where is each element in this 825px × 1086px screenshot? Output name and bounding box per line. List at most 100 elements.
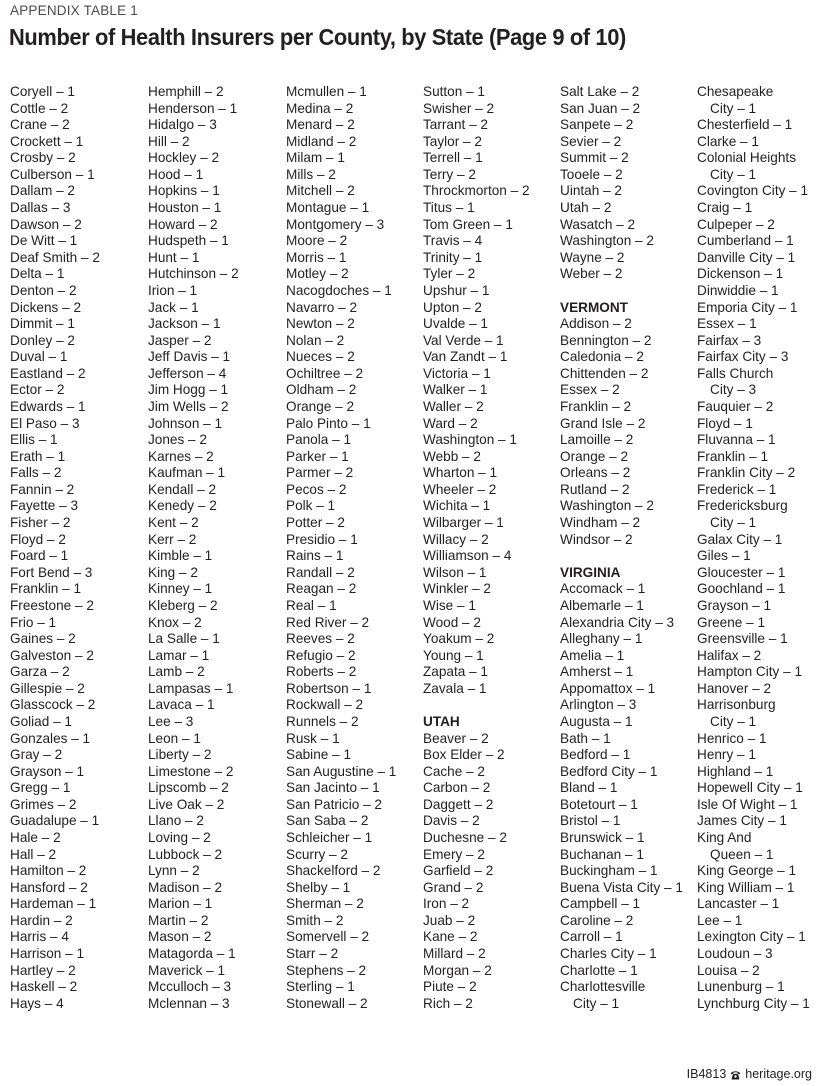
county-entry: Val Verde – 1 [423, 332, 504, 348]
county-entry: Buena Vista City – 1 [560, 879, 683, 895]
county-entry: Fort Bend – 3 [10, 564, 93, 580]
county-entry: Randall – 2 [286, 564, 355, 580]
county-entry: Live Oak – 2 [148, 796, 225, 812]
site-link[interactable]: heritage.org [745, 1067, 812, 1081]
county-entry: Denton – 2 [10, 282, 77, 298]
county-entry: Kaufman – 1 [148, 465, 226, 481]
county-entry: Dawson – 2 [10, 216, 82, 232]
county-entry: Wilson – 1 [423, 564, 487, 580]
county-entry: Chittenden – 2 [560, 365, 649, 381]
county-entry: Lamb – 2 [148, 664, 205, 680]
county-entry: Halifax – 2 [697, 647, 762, 663]
county-entry: Floyd – 2 [10, 531, 66, 547]
county-entry: Pecos – 2 [286, 481, 347, 497]
county-entry: Stephens – 2 [286, 962, 367, 978]
county-entry: Irion – 1 [148, 282, 198, 298]
county-entry: Hudspeth – 1 [148, 233, 229, 249]
county-entry: Hockley – 2 [148, 150, 220, 166]
county-entry: Brunswick – 1 [560, 830, 645, 846]
county-entry: Terrell – 1 [423, 150, 483, 166]
county-entry: Hardeman – 1 [10, 896, 97, 912]
county-entry: Webb – 2 [423, 448, 481, 464]
county-entry: Upton – 2 [423, 299, 482, 315]
county-entry: Fredericksburg [697, 498, 788, 514]
county-entry: Buckingham – 1 [560, 863, 658, 879]
county-entry: El Paso – 3 [10, 415, 80, 431]
county-entry: Orange – 2 [560, 448, 629, 464]
county-entry: Emporia City – 1 [697, 299, 798, 315]
county-entry: Moore – 2 [286, 233, 348, 249]
county-entry: Fisher – 2 [10, 515, 71, 531]
county-entry: Gonzales – 1 [10, 730, 91, 746]
county-entry: Bedford City – 1 [560, 763, 658, 779]
county-entry: Millard – 2 [423, 946, 486, 962]
county-entry: Piute – 2 [423, 979, 477, 995]
phone-icon [730, 1069, 741, 1080]
county-entry: San Augustine – 1 [286, 763, 397, 779]
county-entry: Jeff Davis – 1 [148, 349, 231, 365]
county-entry: Van Zandt – 1 [423, 349, 508, 365]
county-entry: Knox – 2 [148, 614, 202, 630]
county-entry: Appomattox – 1 [560, 680, 656, 696]
county-entry-continuation: City – 1 [710, 166, 757, 182]
county-entry-continuation: City – 1 [710, 515, 757, 531]
county-entry: Sutton – 1 [423, 84, 485, 99]
county-entry: Cache – 2 [423, 763, 485, 779]
county-entry: Dickens – 2 [10, 299, 82, 315]
report-id: IB4813 [686, 1067, 727, 1081]
county-entry: Galax City – 1 [697, 531, 783, 547]
county-entry: Scurry – 2 [286, 846, 348, 862]
county-entry: Morgan – 2 [423, 962, 492, 978]
county-entry: Box Elder – 2 [423, 747, 505, 763]
county-entry: Kinney – 1 [148, 581, 213, 597]
county-entry: Grayson – 1 [10, 763, 85, 779]
county-entry: Rains – 1 [286, 548, 344, 564]
footer: IB4813 heritage.org [687, 1067, 812, 1081]
county-entry: Caroline – 2 [560, 912, 634, 928]
county-entry: Windham – 2 [560, 515, 641, 531]
county-entry: Amelia – 1 [560, 647, 625, 663]
county-entry: Young – 1 [423, 647, 484, 663]
county-entry: Chesapeake [697, 84, 774, 99]
county-entry: Grand – 2 [423, 879, 484, 895]
county-entry: Daggett – 2 [423, 796, 494, 812]
county-entry: Lunenburg – 1 [697, 979, 785, 995]
county-entry: Hill – 2 [148, 133, 190, 149]
county-entry: Jasper – 2 [148, 332, 212, 348]
county-entry: Nacogdoches – 1 [286, 282, 392, 298]
county-entry: Midland – 2 [286, 133, 357, 149]
county-entry: Taylor – 2 [423, 133, 482, 149]
table-column-2: Hemphill – 2 Henderson – 1 Hidalgo – 3 Hill… [148, 84, 285, 1012]
county-entry: Gillespie – 2 [10, 680, 85, 696]
county-entry: Crosby – 2 [10, 150, 76, 166]
county-entry: Crockett – 1 [10, 133, 84, 149]
county-entry: Somervell – 2 [286, 929, 370, 945]
county-entry: Harrisonburg [697, 697, 776, 713]
county-entry: Louisa – 2 [697, 962, 760, 978]
county-entry: Mcculloch – 3 [148, 979, 232, 995]
county-entry: Danville City – 1 [697, 249, 796, 265]
county-entry: Wayne – 2 [560, 249, 625, 265]
county-entry: Tom Green – 1 [423, 216, 513, 232]
county-entry: Nueces – 2 [286, 349, 355, 365]
county-entry: Starr – 2 [286, 946, 339, 962]
county-entry: Summit – 2 [560, 150, 629, 166]
county-entry: Panola – 1 [286, 432, 352, 448]
county-entry: Wasatch – 2 [560, 216, 636, 232]
county-entry: Waller – 2 [423, 398, 484, 414]
county-entry: Loudoun – 3 [697, 946, 773, 962]
county-entry: Isle Of Wight – 1 [697, 796, 798, 812]
county-entry: Colonial Heights [697, 150, 796, 166]
county-entry: Wilbarger – 1 [423, 515, 504, 531]
county-entry: Charlotte – 1 [560, 962, 638, 978]
county-entry: Lancaster – 1 [697, 896, 780, 912]
county-entry: King And [697, 830, 752, 846]
county-entry: Hale – 2 [10, 830, 61, 846]
county-entry: Craig – 1 [697, 200, 753, 216]
county-entry: Dallas – 3 [10, 200, 71, 216]
county-entry: Montague – 1 [286, 200, 370, 216]
county-entry: Hood – 1 [148, 166, 204, 182]
